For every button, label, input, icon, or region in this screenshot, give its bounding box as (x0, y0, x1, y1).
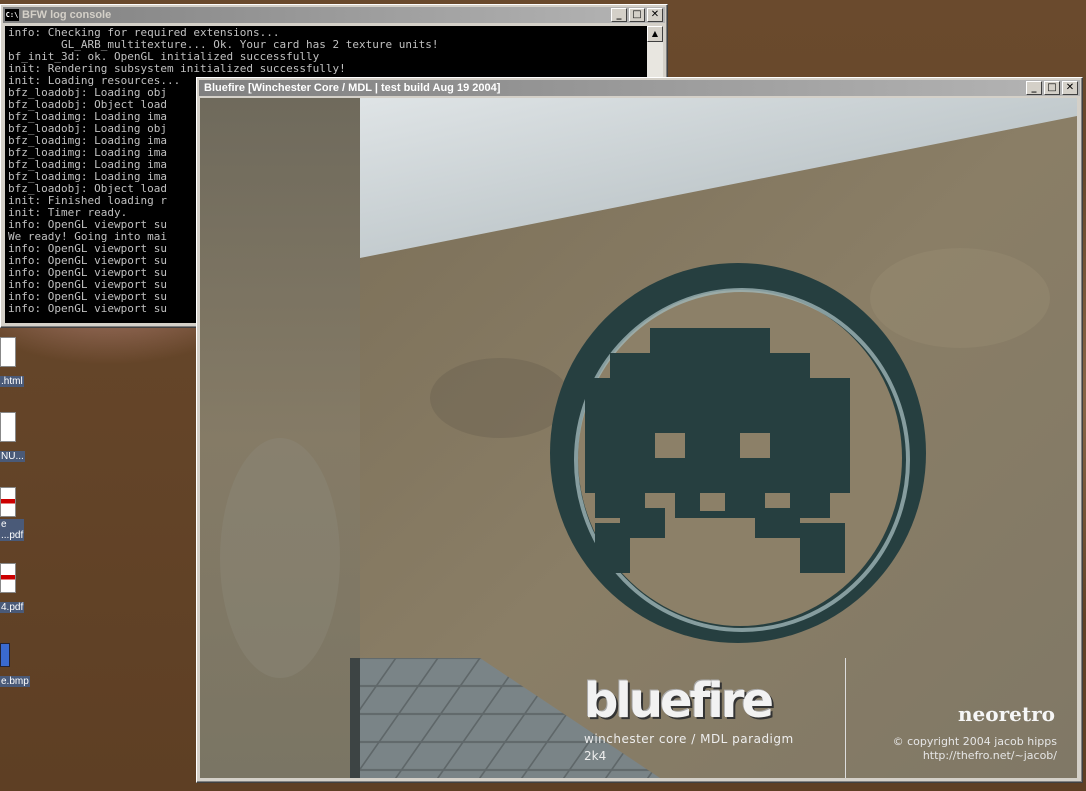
pdf-file-icon (0, 563, 16, 593)
bluefire-maximize-button[interactable]: □ (1044, 81, 1060, 95)
desktop-icon-label: 4.pdf (0, 602, 25, 613)
bluefire-window[interactable]: Bluefire [Winchester Core / MDL | test b… (196, 77, 1083, 783)
console-maximize-button[interactable]: □ (629, 8, 645, 22)
bluefire-logo: bluefire (584, 673, 774, 729)
desktop-icon-pdf-1[interactable]: e ...pdf (0, 487, 30, 542)
desktop-icon-label: e.bmp (0, 676, 30, 687)
wall-stain (870, 248, 1050, 348)
wall-stain (430, 358, 570, 438)
wall-stain (220, 438, 340, 678)
desktop-icon-nu[interactable]: NU... (0, 412, 30, 463)
desktop-icon-bmp[interactable]: e.bmp (0, 643, 30, 688)
year-label: 2k4 (584, 749, 607, 763)
console-app-icon: C:\ (5, 9, 19, 21)
engine-subtitle: winchester core / MDL paradigm (584, 732, 794, 746)
console-title: BFW log console (22, 9, 112, 21)
bluefire-minimize-button[interactable]: _ (1026, 81, 1042, 95)
overlay-divider (845, 658, 846, 778)
file-icon (0, 412, 16, 442)
copyright-text: © copyright 2004 jacob hipps (892, 735, 1057, 748)
file-icon (0, 337, 16, 367)
desktop-icon-label: .html (0, 376, 24, 387)
desktop-icon-pdf-2[interactable]: 4.pdf (0, 563, 30, 614)
desktop-icon-label: e ...pdf (0, 519, 25, 541)
bmp-file-icon (0, 643, 10, 667)
desktop-icon-label: NU... (0, 451, 25, 462)
floor-edge (350, 658, 360, 778)
console-titlebar[interactable]: C:\ BFW log console _ □ ✕ (3, 7, 665, 23)
author-url[interactable]: http://thefro.net/~jacob/ (923, 749, 1057, 762)
bluefire-titlebar[interactable]: Bluefire [Winchester Core / MDL | test b… (199, 80, 1080, 96)
desktop-icon-html[interactable]: .html (0, 337, 30, 388)
bluefire-close-button[interactable]: ✕ (1062, 81, 1078, 95)
console-close-button[interactable]: ✕ (647, 8, 663, 22)
bluefire-title: Bluefire [Winchester Core / MDL | test b… (204, 82, 501, 94)
console-minimize-button[interactable]: _ (611, 8, 627, 22)
neoretro-brand: neoretro (958, 702, 1055, 726)
scroll-up-arrow-icon[interactable]: ▲ (647, 26, 663, 42)
render-viewport[interactable]: bluefire winchester core / MDL paradigm … (200, 98, 1077, 778)
pdf-file-icon (0, 487, 16, 517)
